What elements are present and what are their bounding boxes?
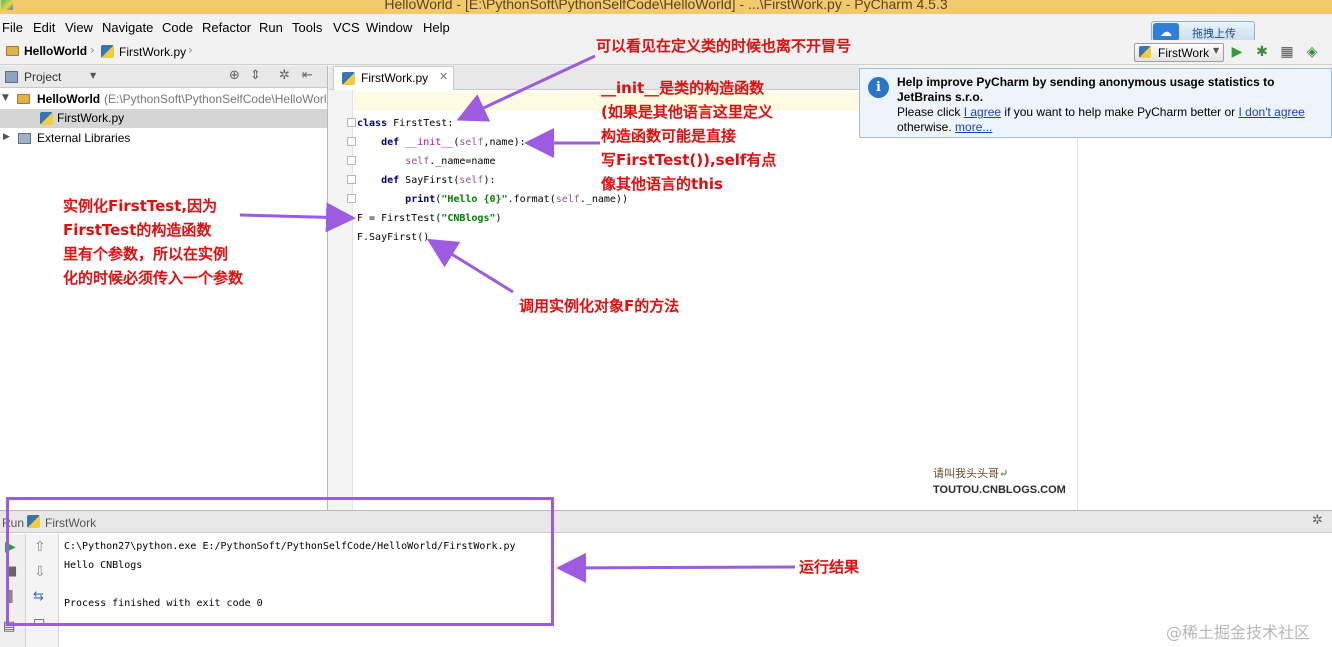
close-icon[interactable]: ✕ xyxy=(439,70,448,83)
gear-icon[interactable]: ✲ xyxy=(279,68,290,83)
run-config-select[interactable]: FirstWork ▼ xyxy=(1134,43,1224,62)
disagree-link[interactable]: I don't agree xyxy=(1239,105,1305,119)
tab-label: FirstWork.py xyxy=(361,71,429,85)
library-icon xyxy=(18,133,31,144)
target-icon[interactable]: ⊕ xyxy=(229,68,240,83)
folder-icon xyxy=(6,46,19,56)
annotation-call: 调用实例化对象F的方法 xyxy=(519,297,680,315)
annotation-instance-3: 里有个参数，所以在实例 xyxy=(63,245,229,263)
tree-item-root[interactable]: ▼ HelloWorld (E:\PythonSoft\PythonSelfCo… xyxy=(0,90,327,109)
fold-marker-icon[interactable] xyxy=(347,156,356,165)
coverage-icon[interactable]: ▦ xyxy=(1278,43,1296,61)
menu-navigate[interactable]: Navigate xyxy=(102,20,153,35)
tree-root-name: HelloWorld xyxy=(37,92,101,106)
menu-refactor[interactable]: Refactor xyxy=(202,20,251,35)
code-line-3: self._name=name xyxy=(405,156,496,167)
upload-label: 拖拽上传 xyxy=(1192,27,1236,40)
menu-run[interactable]: Run xyxy=(259,20,283,35)
profile-icon[interactable]: ◈ xyxy=(1303,43,1321,61)
debug-icon[interactable]: ✱ xyxy=(1253,43,1271,61)
project-panel-title[interactable]: Project xyxy=(24,70,61,84)
editor-gutter xyxy=(329,90,353,510)
code-line-7: F.SayFirst() xyxy=(357,232,430,243)
menu-code[interactable]: Code xyxy=(162,20,193,35)
breadcrumb-project[interactable]: HelloWorld xyxy=(24,44,87,58)
breadcrumb-file[interactable]: FirstWork.py xyxy=(119,45,186,59)
breadcrumb-separator-icon: › xyxy=(90,43,95,57)
run-config-label: FirstWork xyxy=(1158,46,1210,60)
watermark-en: TOUTOU.CNBLOGS.COM xyxy=(933,484,1066,496)
watermark-cn: 请叫我头头哥↵ xyxy=(933,467,1009,480)
cloud-upload-icon: ☁ xyxy=(1153,23,1179,41)
code-editor[interactable]: class FirstTest: def __init__(self,name)… xyxy=(329,90,1332,510)
editor-tab-bar: FirstWork.py ✕ xyxy=(329,66,860,90)
agree-link[interactable]: I agree xyxy=(964,105,1001,119)
notification-body-2: otherwise. more... xyxy=(897,120,992,134)
annotation-instance-1: 实例化FirstTest,因为 xyxy=(63,197,218,215)
tree-root-path: (E:\PythonSoft\PythonSelfCode\HelloWorl xyxy=(104,92,327,106)
usage-stats-notification: i Help improve PyCharm by sending anonym… xyxy=(859,68,1332,138)
menu-file[interactable]: File xyxy=(2,20,23,35)
annotation-init-1: __init__是类的构造函数 xyxy=(601,79,765,97)
title-bar: HelloWorld - [E:\PythonSoft\PythonSelfCo… xyxy=(0,0,1332,14)
tree-item-file[interactable]: FirstWork.py xyxy=(0,109,327,128)
project-view-icon xyxy=(5,71,18,83)
gear-icon[interactable]: ✲ xyxy=(1312,513,1323,528)
fold-marker-icon[interactable] xyxy=(347,194,356,203)
fold-marker-icon[interactable] xyxy=(347,137,356,146)
notification-title: Help improve PyCharm by sending anonymou… xyxy=(897,75,1275,89)
folder-icon xyxy=(17,94,30,104)
tree-external-libraries: External Libraries xyxy=(37,131,131,145)
notification-text: otherwise. xyxy=(897,120,956,134)
code-line-4: def SayFirst(self): xyxy=(381,175,496,186)
code-line-2: def __init__(self,name): xyxy=(381,137,526,148)
annotation-instance-4: 化的时候必须传入一个参数 xyxy=(63,269,244,287)
expand-arrow-icon[interactable]: ▼ xyxy=(2,93,9,103)
annotation-init-3: 构造函数可能是直接 xyxy=(601,127,737,145)
annotation-instance-2: FirstTest的构造函数 xyxy=(63,221,212,239)
python-file-icon xyxy=(342,72,355,85)
python-file-icon xyxy=(101,45,114,58)
annotation-init-4: 写FirstTest()),self有点 xyxy=(601,151,777,169)
notification-title-2: JetBrains s.r.o. xyxy=(897,90,984,104)
python-file-icon xyxy=(40,112,53,125)
chevron-down-icon[interactable]: ▼ xyxy=(90,71,96,80)
tree-file-name: FirstWork.py xyxy=(57,111,125,125)
notification-text: Please click xyxy=(897,105,964,119)
right-margin-guide xyxy=(1077,90,1078,510)
fold-marker-icon[interactable] xyxy=(347,118,356,127)
code-line-5: print("Hello {0}".format(self._name)) xyxy=(405,194,628,205)
menu-window[interactable]: Window xyxy=(366,20,412,35)
annotation-colon: 可以看见在定义类的时候也离不开冒号 xyxy=(596,37,852,55)
fold-marker-icon[interactable] xyxy=(347,175,356,184)
more-link[interactable]: more... xyxy=(955,120,992,134)
expand-arrow-icon[interactable]: ▶ xyxy=(3,132,10,142)
info-icon: i xyxy=(868,77,889,98)
tab-firstwork[interactable]: FirstWork.py ✕ xyxy=(333,66,454,90)
menu-view[interactable]: View xyxy=(65,20,93,35)
run-icon[interactable]: ▶ xyxy=(1228,43,1246,61)
output-highlight-box xyxy=(6,497,554,626)
menu-vcs[interactable]: VCS xyxy=(333,20,360,35)
chevron-down-icon: ▼ xyxy=(1213,46,1220,55)
notification-body: Please click I agree if you want to help… xyxy=(897,105,1305,119)
notification-text: if you want to help make PyCharm better … xyxy=(1001,105,1239,119)
window-title: HelloWorld - [E:\PythonSoft\PythonSelfCo… xyxy=(384,0,948,12)
site-watermark: @稀土掘金技术社区 xyxy=(1166,623,1311,642)
annotation-init-5: 像其他语言的this xyxy=(601,175,723,193)
menu-help[interactable]: Help xyxy=(423,20,450,35)
code-line-6: F = FirstTest("CNBlogs") xyxy=(357,213,502,224)
menu-edit[interactable]: Edit xyxy=(33,20,55,35)
python-file-icon xyxy=(1139,46,1151,58)
breadcrumb-separator-icon: › xyxy=(188,43,193,57)
code-line-1: class FirstTest: xyxy=(357,118,454,129)
annotation-init-2: (如果是其他语言这里定义 xyxy=(601,103,773,121)
project-panel-header: Project ▼ ⊕ ⇕ ✲ ⇤ xyxy=(0,66,327,88)
hide-panel-icon[interactable]: ⇤ xyxy=(302,68,313,83)
collapse-icon[interactable]: ⇕ xyxy=(250,68,261,83)
tree-item-external[interactable]: ▶ External Libraries xyxy=(0,129,327,148)
annotation-result: 运行结果 xyxy=(799,558,860,576)
menu-tools[interactable]: Tools xyxy=(292,20,322,35)
